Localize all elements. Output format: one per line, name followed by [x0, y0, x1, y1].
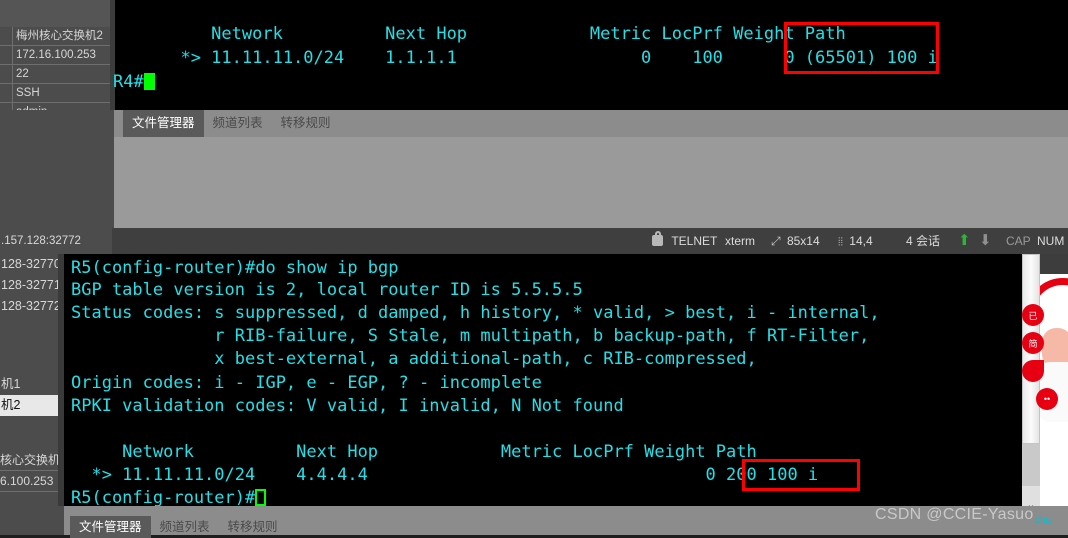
status-num-indicator: NUM — [1037, 234, 1065, 248]
property-value-protocol: SSH — [16, 87, 40, 99]
cursor-icon: ⦙⦙ — [838, 236, 843, 248]
emoji-icon: •• — [1036, 388, 1058, 410]
scrollbar-track[interactable] — [1022, 444, 1040, 486]
row-gutter — [0, 65, 13, 83]
property-value-address: 6.100.253 — [0, 474, 54, 488]
bottom-terminal-output[interactable]: R5(config-router)#do show ip bgp BGP tab… — [64, 254, 1022, 508]
property-row[interactable]: SSH — [0, 84, 110, 103]
emoji-icon — [1022, 360, 1044, 382]
middle-toolbar-left-stub — [0, 110, 114, 137]
status-size-group[interactable]: ⤢ 85x14 — [771, 228, 820, 254]
property-value-name: 核心交换机2 — [0, 453, 58, 467]
resize-icon: ⤢ — [771, 234, 781, 248]
status-session-label: .157.128:32772 — [0, 228, 112, 254]
property-row[interactable]: 6.100.253 — [0, 471, 58, 492]
status-cap-indicator: CAP — [1006, 234, 1031, 248]
session-tree-list: 128-32770 128-32771 128-32772 机1 机2 — [0, 254, 58, 416]
top-panel-header — [0, 0, 110, 27]
list-item-selected[interactable]: 机2 — [0, 395, 58, 416]
status-size-label: 85x14 — [786, 234, 820, 248]
middle-tab-strip: 文件管理器 频道列表 转移规则 — [123, 110, 340, 137]
terminal-cursor — [255, 489, 267, 506]
bottom-prompt-text: R5(config-router)# — [71, 488, 256, 508]
property-row[interactable]: 梅州核心交换机2 — [0, 27, 110, 46]
terminal-line: R5(config-router)#do show ip bgp — [71, 258, 399, 278]
list-item[interactable]: 机1 — [0, 374, 58, 395]
terminal-line: Network Next Hop Metric LocPrf Weight Pa… — [71, 442, 757, 462]
status-cursor-label: 14,4 — [849, 234, 873, 248]
emoji-icon: 已 — [1022, 304, 1044, 326]
bottom-toolbar-left-stub — [0, 506, 64, 535]
right-avatar-image — [1040, 254, 1068, 506]
terminal-line: *> 11.11.11.0/24 4.4.4.4 0 200 100 i — [71, 465, 819, 485]
arrow-up-icon[interactable]: ⬆ — [958, 228, 971, 254]
right-panel-top-strip — [1040, 254, 1068, 274]
emoji-icon: 简 — [1022, 332, 1044, 354]
tab-transfer-rules[interactable]: 转移规则 — [272, 110, 340, 137]
status-connection-label: TELNET — [671, 234, 718, 248]
top-prompt-line: R4# — [113, 72, 155, 93]
row-gutter — [0, 27, 13, 45]
bottom-properties-panel: 核心交换机2 6.100.253 — [0, 450, 58, 513]
row-gutter — [0, 84, 13, 102]
property-value-address: 172.16.100.253 — [16, 49, 96, 61]
top-property-grid: 梅州核心交换机2 172.16.100.253 22 SSH admin — [0, 27, 110, 122]
property-row[interactable]: 22 — [0, 65, 110, 84]
terminal-line: Status codes: s suppressed, d damped, h … — [71, 303, 880, 323]
middle-panel-body — [114, 137, 1068, 228]
status-session-count[interactable]: 4 会话 — [906, 228, 940, 254]
list-item[interactable]: 128-32771 — [0, 275, 58, 296]
status-connection-group[interactable]: TELNET — [652, 228, 717, 254]
terminal-line: r RIB-failure, S Stale, m multipath, b b… — [71, 326, 870, 346]
property-row[interactable]: 核心交换机2 — [0, 450, 58, 471]
list-item[interactable]: 128-32772 — [0, 296, 58, 317]
property-row[interactable]: 172.16.100.253 — [0, 46, 110, 65]
status-cursor-group[interactable]: ⦙⦙ 14,4 — [838, 228, 873, 254]
top-prompt-text: R4# — [113, 72, 144, 92]
bgp-table-header: Network Next Hop Metric LocPrf Weight Pa… — [160, 24, 846, 44]
list-item[interactable] — [0, 317, 58, 338]
tab-channel-list[interactable]: 频道列表 — [204, 110, 272, 137]
terminal-line: RPKI validation codes: V valid, I invali… — [71, 396, 624, 416]
top-terminal-window: 梅州核心交换机2 172.16.100.253 22 SSH admin — [0, 0, 1068, 122]
property-value-name: 梅州核心交换机2 — [16, 30, 103, 42]
terminal-line: Origin codes: i - IGP, e - EGP, ? - inco… — [71, 373, 542, 393]
screenshot-root: 梅州核心交换机2 172.16.100.253 22 SSH admin — [0, 0, 1068, 538]
highlight-box-path-top — [784, 22, 939, 74]
middle-panel-left-stub — [0, 137, 114, 228]
row-gutter — [0, 46, 13, 64]
terminal-line: x best-external, a additional-path, c RI… — [71, 349, 757, 369]
watermark-text: CSDN @CCIE-Yasuo — [875, 506, 1034, 523]
status-terminal-type[interactable]: xterm — [725, 228, 755, 254]
arrow-down-icon[interactable]: ⬇ — [979, 228, 992, 254]
tab-file-manager[interactable]: 文件管理器 — [123, 110, 204, 137]
terminal-line: BGP table version is 2, local router ID … — [71, 280, 583, 300]
lock-icon — [652, 231, 663, 246]
property-value-port: 22 — [16, 68, 29, 80]
terminal-cursor — [143, 73, 155, 90]
watermark-small-text: cha — [1035, 515, 1052, 526]
top-session-properties-panel: 梅州核心交换机2 172.16.100.253 22 SSH admin — [0, 0, 110, 122]
list-item[interactable]: 128-32770 — [0, 254, 58, 275]
highlight-box-path-bottom — [742, 459, 860, 491]
